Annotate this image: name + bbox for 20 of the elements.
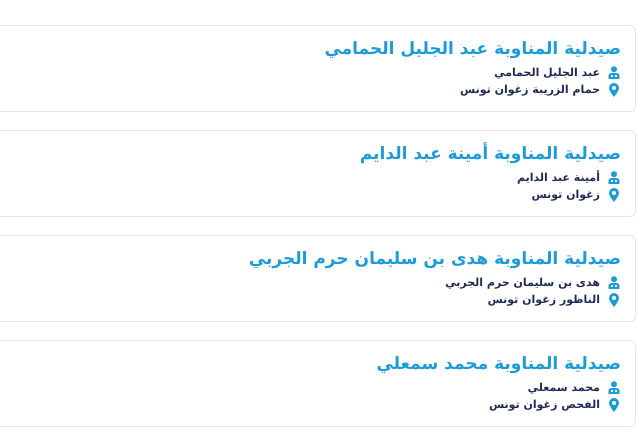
owner-name: أمينة عبد الدايم (516, 169, 600, 186)
pharmacy-title[interactable]: صيدلية المناوبة محمد سمعلي (376, 352, 621, 376)
person-icon (608, 171, 620, 184)
pharmacy-title[interactable]: صيدلية المناوبة أمينة عبد الدايم (360, 142, 621, 166)
location-pin-icon (609, 83, 619, 97)
location-pin-icon (609, 398, 619, 412)
location-pin-icon (609, 188, 619, 202)
pharmacy-title[interactable]: صيدلية المناوبة عبد الجليل الحمامي (324, 37, 621, 61)
person-icon (608, 381, 620, 394)
owner-name: هدى بن سليمان حرم الجربي (445, 275, 600, 291)
address-text: الفحص زغوان تونس (488, 397, 600, 413)
address-text: حمام الزريبة زغوان تونس (460, 82, 600, 98)
person-icon (608, 276, 620, 289)
address-text: الناظور زغوان تونس (488, 292, 600, 308)
pharmacy-title[interactable]: صيدلية المناوبة هدى بن سليمان حرم الجربي (248, 247, 621, 271)
owner-name: عبد الجليل الحمامي (494, 65, 600, 81)
address-text: زغوان تونس (532, 187, 600, 203)
person-icon (608, 66, 620, 79)
owner-name: محمد سمعلي (528, 380, 600, 396)
location-pin-icon (609, 293, 619, 307)
